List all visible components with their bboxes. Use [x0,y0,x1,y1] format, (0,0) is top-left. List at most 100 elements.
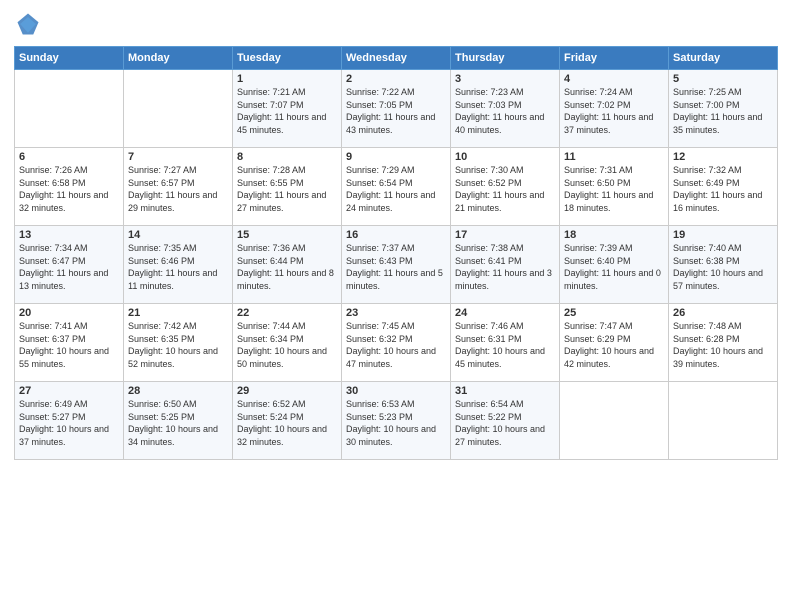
calendar-cell: 4Sunrise: 7:24 AM Sunset: 7:02 PM Daylig… [560,70,669,148]
calendar-table: SundayMondayTuesdayWednesdayThursdayFrid… [14,46,778,460]
header [14,10,778,38]
day-info: Sunrise: 7:23 AM Sunset: 7:03 PM Dayligh… [455,86,555,136]
day-header-sunday: Sunday [15,47,124,70]
day-info: Sunrise: 7:46 AM Sunset: 6:31 PM Dayligh… [455,320,555,370]
day-number: 12 [673,151,773,163]
day-info: Sunrise: 7:32 AM Sunset: 6:49 PM Dayligh… [673,164,773,214]
day-info: Sunrise: 7:24 AM Sunset: 7:02 PM Dayligh… [564,86,664,136]
calendar-cell: 15Sunrise: 7:36 AM Sunset: 6:44 PM Dayli… [233,226,342,304]
calendar-cell: 31Sunrise: 6:54 AM Sunset: 5:22 PM Dayli… [451,382,560,460]
day-number: 5 [673,73,773,85]
day-header-thursday: Thursday [451,47,560,70]
calendar-cell: 29Sunrise: 6:52 AM Sunset: 5:24 PM Dayli… [233,382,342,460]
calendar-cell: 1Sunrise: 7:21 AM Sunset: 7:07 PM Daylig… [233,70,342,148]
day-number: 30 [346,385,446,397]
calendar-cell: 27Sunrise: 6:49 AM Sunset: 5:27 PM Dayli… [15,382,124,460]
day-number: 19 [673,229,773,241]
calendar-container: SundayMondayTuesdayWednesdayThursdayFrid… [0,0,792,612]
calendar-cell: 21Sunrise: 7:42 AM Sunset: 6:35 PM Dayli… [124,304,233,382]
calendar-cell: 7Sunrise: 7:27 AM Sunset: 6:57 PM Daylig… [124,148,233,226]
day-number: 17 [455,229,555,241]
logo [14,10,44,38]
calendar-cell [15,70,124,148]
day-info: Sunrise: 7:48 AM Sunset: 6:28 PM Dayligh… [673,320,773,370]
day-info: Sunrise: 7:34 AM Sunset: 6:47 PM Dayligh… [19,242,119,292]
day-info: Sunrise: 7:22 AM Sunset: 7:05 PM Dayligh… [346,86,446,136]
day-number: 25 [564,307,664,319]
calendar-cell: 26Sunrise: 7:48 AM Sunset: 6:28 PM Dayli… [669,304,778,382]
day-number: 16 [346,229,446,241]
day-number: 10 [455,151,555,163]
calendar-cell: 30Sunrise: 6:53 AM Sunset: 5:23 PM Dayli… [342,382,451,460]
day-info: Sunrise: 7:29 AM Sunset: 6:54 PM Dayligh… [346,164,446,214]
day-number: 24 [455,307,555,319]
day-info: Sunrise: 7:42 AM Sunset: 6:35 PM Dayligh… [128,320,228,370]
header-row: SundayMondayTuesdayWednesdayThursdayFrid… [15,47,778,70]
day-number: 28 [128,385,228,397]
day-number: 11 [564,151,664,163]
calendar-cell: 19Sunrise: 7:40 AM Sunset: 6:38 PM Dayli… [669,226,778,304]
calendar-cell: 28Sunrise: 6:50 AM Sunset: 5:25 PM Dayli… [124,382,233,460]
calendar-cell: 2Sunrise: 7:22 AM Sunset: 7:05 PM Daylig… [342,70,451,148]
day-number: 20 [19,307,119,319]
day-number: 14 [128,229,228,241]
day-info: Sunrise: 7:47 AM Sunset: 6:29 PM Dayligh… [564,320,664,370]
day-number: 21 [128,307,228,319]
day-header-monday: Monday [124,47,233,70]
day-number: 22 [237,307,337,319]
day-number: 6 [19,151,119,163]
day-info: Sunrise: 7:41 AM Sunset: 6:37 PM Dayligh… [19,320,119,370]
day-number: 7 [128,151,228,163]
day-info: Sunrise: 7:25 AM Sunset: 7:00 PM Dayligh… [673,86,773,136]
day-header-saturday: Saturday [669,47,778,70]
day-info: Sunrise: 7:35 AM Sunset: 6:46 PM Dayligh… [128,242,228,292]
day-number: 3 [455,73,555,85]
day-info: Sunrise: 6:49 AM Sunset: 5:27 PM Dayligh… [19,398,119,448]
day-info: Sunrise: 7:31 AM Sunset: 6:50 PM Dayligh… [564,164,664,214]
calendar-cell: 14Sunrise: 7:35 AM Sunset: 6:46 PM Dayli… [124,226,233,304]
calendar-cell [669,382,778,460]
day-header-friday: Friday [560,47,669,70]
day-info: Sunrise: 7:38 AM Sunset: 6:41 PM Dayligh… [455,242,555,292]
day-number: 18 [564,229,664,241]
day-number: 27 [19,385,119,397]
day-number: 8 [237,151,337,163]
day-number: 26 [673,307,773,319]
calendar-cell: 16Sunrise: 7:37 AM Sunset: 6:43 PM Dayli… [342,226,451,304]
day-info: Sunrise: 7:21 AM Sunset: 7:07 PM Dayligh… [237,86,337,136]
calendar-cell: 22Sunrise: 7:44 AM Sunset: 6:34 PM Dayli… [233,304,342,382]
day-number: 1 [237,73,337,85]
day-number: 4 [564,73,664,85]
day-number: 15 [237,229,337,241]
day-info: Sunrise: 7:28 AM Sunset: 6:55 PM Dayligh… [237,164,337,214]
day-number: 2 [346,73,446,85]
day-info: Sunrise: 6:54 AM Sunset: 5:22 PM Dayligh… [455,398,555,448]
week-row-3: 20Sunrise: 7:41 AM Sunset: 6:37 PM Dayli… [15,304,778,382]
week-row-2: 13Sunrise: 7:34 AM Sunset: 6:47 PM Dayli… [15,226,778,304]
day-info: Sunrise: 7:26 AM Sunset: 6:58 PM Dayligh… [19,164,119,214]
week-row-0: 1Sunrise: 7:21 AM Sunset: 7:07 PM Daylig… [15,70,778,148]
day-info: Sunrise: 7:45 AM Sunset: 6:32 PM Dayligh… [346,320,446,370]
day-info: Sunrise: 6:53 AM Sunset: 5:23 PM Dayligh… [346,398,446,448]
day-number: 31 [455,385,555,397]
day-info: Sunrise: 7:27 AM Sunset: 6:57 PM Dayligh… [128,164,228,214]
week-row-4: 27Sunrise: 6:49 AM Sunset: 5:27 PM Dayli… [15,382,778,460]
calendar-cell: 8Sunrise: 7:28 AM Sunset: 6:55 PM Daylig… [233,148,342,226]
day-info: Sunrise: 7:30 AM Sunset: 6:52 PM Dayligh… [455,164,555,214]
calendar-cell [124,70,233,148]
calendar-cell: 25Sunrise: 7:47 AM Sunset: 6:29 PM Dayli… [560,304,669,382]
day-header-tuesday: Tuesday [233,47,342,70]
day-number: 29 [237,385,337,397]
calendar-cell: 3Sunrise: 7:23 AM Sunset: 7:03 PM Daylig… [451,70,560,148]
calendar-cell: 24Sunrise: 7:46 AM Sunset: 6:31 PM Dayli… [451,304,560,382]
day-number: 9 [346,151,446,163]
calendar-cell: 11Sunrise: 7:31 AM Sunset: 6:50 PM Dayli… [560,148,669,226]
logo-icon [14,10,42,38]
day-number: 13 [19,229,119,241]
calendar-cell: 10Sunrise: 7:30 AM Sunset: 6:52 PM Dayli… [451,148,560,226]
calendar-cell: 5Sunrise: 7:25 AM Sunset: 7:00 PM Daylig… [669,70,778,148]
day-info: Sunrise: 7:36 AM Sunset: 6:44 PM Dayligh… [237,242,337,292]
calendar-cell: 18Sunrise: 7:39 AM Sunset: 6:40 PM Dayli… [560,226,669,304]
week-row-1: 6Sunrise: 7:26 AM Sunset: 6:58 PM Daylig… [15,148,778,226]
day-info: Sunrise: 6:52 AM Sunset: 5:24 PM Dayligh… [237,398,337,448]
